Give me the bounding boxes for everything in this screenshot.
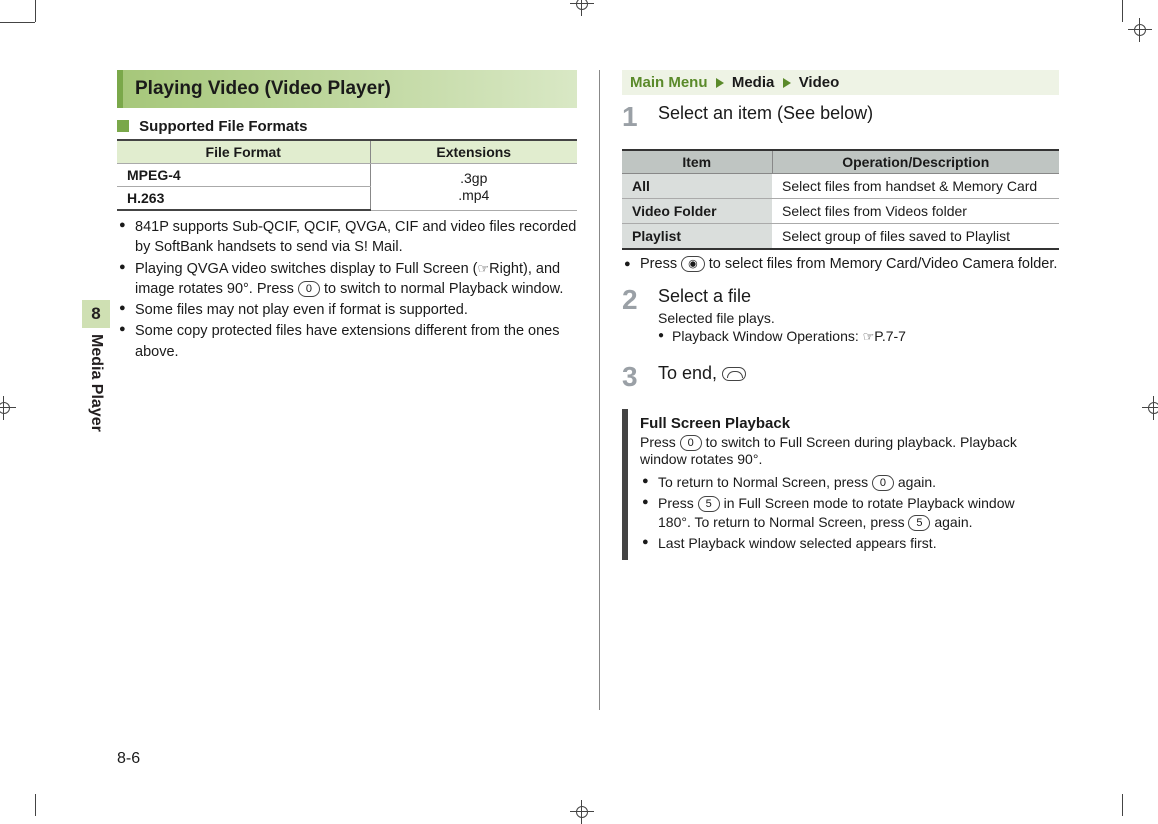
table-cell: Video Folder bbox=[622, 199, 772, 224]
key-zero-icon: 0 bbox=[298, 281, 320, 297]
table-cell: .3gp .mp4 bbox=[370, 164, 577, 211]
breadcrumb: Main Menu Media Video bbox=[622, 70, 1059, 95]
note: Press ◉ to select files from Memory Card… bbox=[622, 256, 1059, 272]
table-header: File Format bbox=[117, 140, 370, 164]
table-cell: Select group of files saved to Playlist bbox=[772, 224, 1059, 250]
subheading: Supported File Formats bbox=[117, 118, 577, 135]
crop-mark bbox=[35, 794, 36, 816]
pointer-icon: ☞ bbox=[863, 329, 875, 344]
step-subtext: Selected file plays. bbox=[658, 310, 1059, 326]
subheading-text: Supported File Formats bbox=[139, 118, 307, 135]
bullet-list: To return to Normal Screen, press 0 agai… bbox=[640, 473, 1049, 553]
crop-mark bbox=[570, 0, 594, 16]
crop-mark bbox=[1122, 794, 1123, 816]
table-cell: Select files from Videos folder bbox=[772, 199, 1059, 224]
list-item: Some copy protected files have extension… bbox=[117, 321, 577, 362]
table-cell: MPEG-4 bbox=[117, 164, 370, 187]
crop-mark bbox=[0, 22, 35, 23]
crop-mark bbox=[0, 396, 16, 420]
square-bullet-icon bbox=[117, 120, 129, 132]
table-header: Extensions bbox=[370, 140, 577, 164]
key-five-icon: 5 bbox=[698, 496, 720, 512]
full-screen-panel: Full Screen Playback Press 0 to switch t… bbox=[622, 409, 1059, 560]
table-cell: All bbox=[622, 174, 772, 199]
pointer-icon: ☞ bbox=[478, 261, 490, 276]
crop-mark bbox=[1128, 18, 1152, 42]
list-item: Last Playback window selected appears fi… bbox=[640, 534, 1049, 554]
file-format-table: File Format Extensions MPEG-4 .3gp .mp4 … bbox=[117, 139, 577, 211]
step-list: 1 Select an item (See below) bbox=[622, 103, 1059, 131]
page-number: 8-6 bbox=[117, 750, 140, 768]
list-item: Some files may not play even if format i… bbox=[117, 300, 577, 320]
table-cell: H.263 bbox=[117, 187, 370, 211]
table-header: Operation/Description bbox=[772, 150, 1059, 174]
right-column: Main Menu Media Video 1 Select an item (… bbox=[599, 70, 1059, 710]
step-body: Select a file bbox=[658, 286, 1059, 307]
key-zero-icon: 0 bbox=[872, 475, 894, 491]
step-subtext: Playback Window Operations: ☞P.7-7 bbox=[658, 328, 1059, 345]
key-camera-icon: ◉ bbox=[681, 256, 705, 272]
step-body: To end, bbox=[658, 363, 1059, 391]
list-item: Playing QVGA video switches display to F… bbox=[117, 259, 577, 300]
breadcrumb-root: Main Menu bbox=[630, 74, 708, 91]
step-number: 2 bbox=[622, 286, 644, 345]
crop-mark bbox=[1122, 0, 1123, 22]
chevron-right-icon bbox=[716, 78, 724, 88]
table-cell: Playlist bbox=[622, 224, 772, 250]
crop-mark bbox=[35, 0, 36, 22]
key-zero-icon: 0 bbox=[680, 435, 702, 451]
crop-mark bbox=[570, 800, 594, 824]
list-item: To return to Normal Screen, press 0 agai… bbox=[640, 473, 1049, 493]
breadcrumb-item: Video bbox=[799, 74, 840, 91]
step: 1 Select an item (See below) bbox=[622, 103, 1059, 131]
panel-text: Press 0 to switch to Full Screen during … bbox=[640, 434, 1049, 467]
step-number: 1 bbox=[622, 103, 644, 131]
bullet-list: 841P supports Sub-QCIF, QCIF, QVGA, CIF … bbox=[117, 217, 577, 362]
step-number: 3 bbox=[622, 363, 644, 391]
table-cell: Select files from handset & Memory Card bbox=[772, 174, 1059, 199]
left-column: Playing Video (Video Player) Supported F… bbox=[117, 70, 577, 710]
breadcrumb-item: Media bbox=[732, 74, 775, 91]
step: 2 Select a file Selected file plays. Pla… bbox=[622, 286, 1059, 345]
step-body: Select an item (See below) bbox=[658, 103, 1059, 131]
key-end-icon bbox=[722, 367, 746, 381]
list-item: 841P supports Sub-QCIF, QCIF, QVGA, CIF … bbox=[117, 217, 577, 258]
panel-title: Full Screen Playback bbox=[640, 415, 1049, 432]
step: 3 To end, bbox=[622, 363, 1059, 391]
chevron-right-icon bbox=[783, 78, 791, 88]
list-item: Press 5 in Full Screen mode to rotate Pl… bbox=[640, 494, 1049, 533]
item-table: Item Operation/Description All Select fi… bbox=[622, 149, 1059, 250]
crop-mark bbox=[1142, 396, 1158, 420]
section-title: Playing Video (Video Player) bbox=[117, 70, 577, 108]
table-header: Item bbox=[622, 150, 772, 174]
step-list: 2 Select a file Selected file plays. Pla… bbox=[622, 286, 1059, 391]
key-five-icon: 5 bbox=[908, 515, 930, 531]
